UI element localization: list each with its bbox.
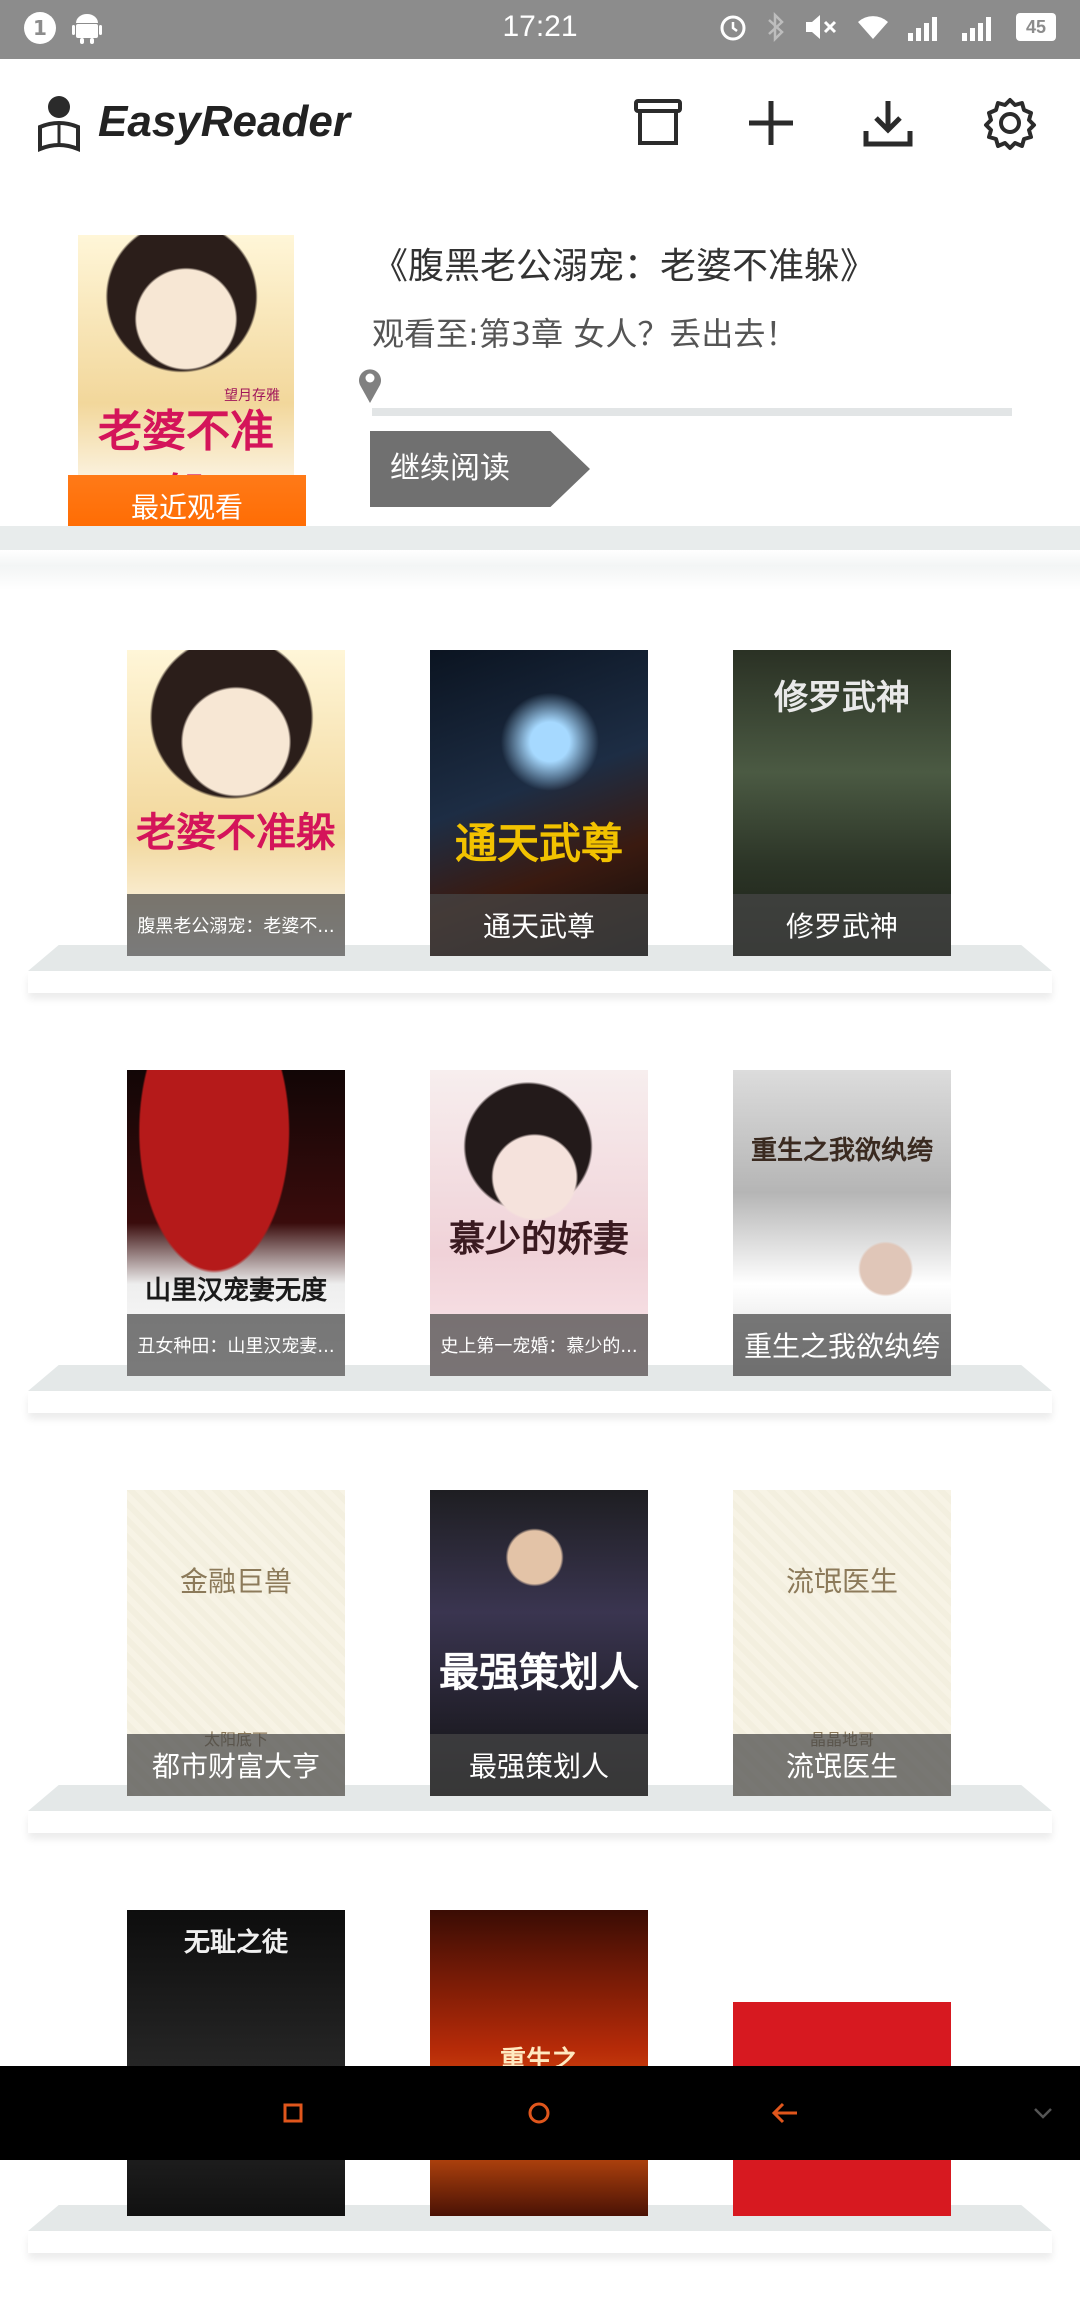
book-title-caption: 史上第一宠婚：慕少的... (430, 1314, 648, 1376)
book-title-caption: 腹黑老公溺宠：老婆不... (127, 894, 345, 956)
location-pin-icon (359, 369, 381, 403)
book-item[interactable]: 无耻之徒 (127, 1910, 345, 2216)
bluetooth-icon (768, 12, 784, 42)
book-title-caption: 都市财富大亨 (127, 1734, 345, 1796)
recent-book-cover[interactable]: 老婆不准躲 望月存雅 (78, 235, 294, 515)
shelf-icon (634, 99, 682, 145)
cover-title-text: 流氓医生 (785, 1565, 898, 1598)
reading-progress-bar (372, 408, 1012, 416)
book-cover: 重生之 (430, 1910, 648, 2216)
reader-logo-icon (38, 96, 80, 153)
book-cover: 无耻之徒 (127, 1910, 345, 2216)
add-book-button[interactable] (739, 91, 803, 155)
book-item[interactable]: 重生之我欲纨绔 重生之我欲纨绔 (733, 1070, 951, 1376)
app-title: EasyReader (98, 97, 350, 146)
book-item[interactable]: 老婆不准躲腹黑老公溺宠：老婆不... (127, 650, 345, 956)
book-title-caption: 通天武尊 (430, 894, 648, 956)
section-divider (0, 526, 1080, 550)
book-title-caption: 最强策划人 (430, 1734, 648, 1796)
book-title-caption: 流氓医生 (733, 1734, 951, 1796)
book-title-caption: 重生之我欲纨绔 (733, 1314, 951, 1376)
shelf-row: 金融巨兽太阳底下都市财富大亨最强策划人最强策划人流氓医生晶晶地哥流氓医生 (0, 1460, 1080, 1880)
chevron-down-icon (1034, 2108, 1052, 2119)
cover-title-text: 无耻之徒 (183, 1928, 288, 1958)
cover-title-text: 老婆不准躲 (136, 809, 336, 856)
cover-title-text: 最强策划人 (439, 1649, 639, 1696)
continue-reading-button[interactable]: 继续阅读 (370, 431, 590, 507)
download-button[interactable] (856, 91, 920, 155)
book-item[interactable]: 重生之 (430, 1910, 648, 2216)
home-icon (528, 2102, 550, 2124)
settings-icon (984, 98, 1036, 150)
wifi-icon (858, 16, 888, 39)
signal-icon (908, 17, 937, 41)
download-icon (863, 101, 913, 147)
hide-nav-button[interactable] (1018, 2088, 1068, 2138)
cover-title-text: 修罗武神 (774, 678, 910, 718)
book-item[interactable]: 山里汉宠妻无度丑女种田：山里汉宠妻... (127, 1070, 345, 1376)
book-item[interactable]: 修罗武神 修罗武神 (733, 650, 951, 956)
continue-reading-label: 继续阅读 (390, 451, 510, 486)
add-icon (749, 101, 793, 145)
book-item[interactable]: 最强策划人 最强策划人 (430, 1490, 648, 1796)
cover-title-text: 重生之我欲纨绔 (750, 1136, 933, 1166)
book-title-caption: 修罗武神 (733, 894, 951, 956)
cover-title-text: 金融巨兽 (179, 1565, 292, 1598)
recents-icon (283, 2103, 303, 2123)
cover-title-text: 通天武尊 (454, 819, 623, 868)
cover-author-text: 望月存雅 (224, 388, 280, 404)
section-divider-shadow (0, 550, 1080, 590)
cover-title-text: 山里汉宠妻无度 (144, 1276, 327, 1306)
book-item[interactable]: 全民娱乐联 (733, 1910, 951, 2216)
app-bar: EasyReader (0, 59, 1080, 189)
back-icon (771, 2102, 797, 2124)
shelf-row: 山里汉宠妻无度丑女种田：山里汉宠妻... 慕少的娇妻史上第一宠婚：慕少的... 重生… (0, 1040, 1080, 1460)
home-button[interactable] (514, 2088, 564, 2138)
battery-indicator: 45 (1016, 13, 1056, 41)
recent-book-title: 《腹黑老公溺宠：老婆不准躲》 (372, 246, 877, 287)
cover-title-text: 全民娱乐联 (767, 1958, 917, 1993)
alarm-icon (720, 15, 746, 41)
book-item[interactable]: 通天武尊 通天武尊 (430, 650, 648, 956)
recent-reading-card[interactable]: 老婆不准躲 望月存雅 最近观看 《腹黑老公溺宠：老婆不准躲》 观看至:第3章 女… (0, 189, 1080, 537)
book-title-caption: 丑女种田：山里汉宠妻... (127, 1314, 345, 1376)
cover-title-text: 慕少的娇妻 (448, 1218, 629, 1260)
book-cover: 全民娱乐联 (733, 1910, 951, 2216)
book-item[interactable]: 金融巨兽太阳底下都市财富大亨 (127, 1490, 345, 1796)
reading-position-text: 观看至:第3章 女人？丢出去！ (372, 315, 798, 353)
system-navigation-bar (0, 2066, 1080, 2160)
mute-icon (806, 15, 837, 39)
book-item[interactable]: 慕少的娇妻史上第一宠婚：慕少的... (430, 1070, 648, 1376)
book-item[interactable]: 流氓医生晶晶地哥流氓医生 (733, 1490, 951, 1796)
signal-2-icon (962, 17, 991, 41)
settings-button[interactable] (978, 91, 1042, 155)
bookshelf-button[interactable] (626, 91, 690, 155)
recents-button[interactable] (268, 2088, 318, 2138)
status-bar: 1 17:21 45 (0, 0, 1080, 59)
back-button[interactable] (760, 2088, 810, 2138)
shelf-row: 老婆不准躲 腹黑老公溺宠：老婆不... 通天武尊 通天武尊 修罗武神 修罗武神 (0, 620, 1080, 1040)
